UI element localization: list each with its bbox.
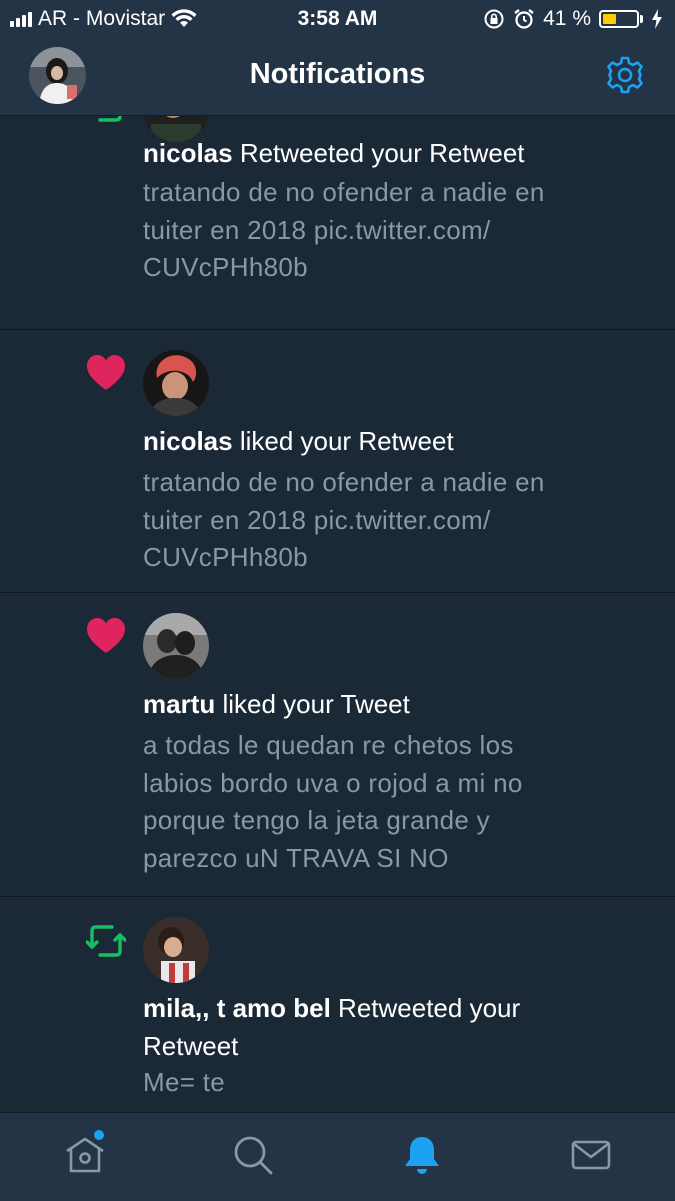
tweet-text-line: labios bordo uva o rojod a mi no — [143, 767, 523, 798]
tweet-text-line: porque tengo la jeta grande y — [143, 805, 490, 835]
tweet-text[interactable]: a todas le quedan re chetos los labios b… — [143, 727, 623, 877]
tweet-text[interactable]: Me= te — [143, 1064, 623, 1102]
messages-tab[interactable] — [569, 1133, 613, 1177]
notification-item[interactable]: martu liked your Tweet a todas le quedan… — [0, 593, 675, 897]
page-title: Notifications — [249, 58, 426, 90]
home-tab[interactable] — [63, 1130, 107, 1177]
notification-item[interactable]: nicolas Retweeted your Retweet tratando … — [0, 116, 675, 330]
status-right: 41 % — [483, 7, 663, 31]
notification-item[interactable]: nicolas liked your Retweet tratando de n… — [0, 330, 675, 593]
tweet-text-line: tratando de no ofender a nadie en — [143, 177, 545, 207]
charging-bolt-icon — [652, 9, 662, 29]
notification-action: Retweeted your — [330, 993, 521, 1023]
tweet-text-line: Me= te — [143, 1067, 226, 1097]
bottom-tab-bar — [0, 1112, 675, 1201]
notifications-feed[interactable]: nicolas Retweeted your Retweet tratando … — [0, 116, 675, 1112]
notification-headline: mila,, t amo bel Retweeted your Retweet — [143, 989, 613, 1065]
notification-action: liked your Tweet — [215, 689, 410, 719]
tweet-text-line: CUVcPHh80b — [143, 252, 308, 282]
mail-icon — [571, 1140, 611, 1170]
new-tweets-indicator — [94, 1130, 104, 1140]
gear-icon — [607, 56, 643, 94]
avatar[interactable] — [143, 350, 209, 416]
search-tab[interactable] — [231, 1133, 275, 1177]
avatar[interactable] — [143, 613, 209, 679]
bell-icon — [405, 1137, 439, 1174]
battery-icon — [599, 10, 639, 28]
tweet-text-line: tuiter en 2018 pic.twitter.com/ — [143, 504, 491, 535]
retweet-icon — [85, 921, 127, 961]
actor-name[interactable]: martu — [143, 689, 215, 719]
settings-button[interactable] — [605, 55, 645, 95]
tweet-text-line: tuiter en 2018 pic.twitter.com/ — [143, 214, 491, 245]
actor-name[interactable]: nicolas — [143, 138, 233, 168]
actor-name[interactable]: mila,, t amo bel — [143, 993, 331, 1023]
heart-icon — [86, 617, 126, 657]
heart-icon — [86, 354, 126, 394]
actor-name[interactable]: nicolas — [143, 426, 233, 456]
navigation-header: Notifications — [0, 38, 675, 116]
tweet-text-line: a todas le quedan re chetos los — [143, 730, 514, 760]
tweet-text-line: parezco uN TRAVA SI NO — [143, 842, 449, 873]
notification-action: liked your Retweet — [232, 426, 454, 456]
tweet-text-line: tratando de no ofender a nadie en — [143, 467, 545, 497]
notification-item[interactable]: mila,, t amo bel Retweeted your Retweet … — [0, 897, 675, 1112]
tweet-text[interactable]: tratando de no ofender a nadie en tuiter… — [143, 464, 623, 577]
avatar[interactable] — [143, 917, 209, 983]
notifications-tab[interactable] — [400, 1133, 444, 1177]
battery-percent: 41 % — [543, 7, 591, 30]
status-bar: AR - Movistar 3:58 AM 41 % — [0, 0, 675, 38]
notification-headline: nicolas liked your Retweet — [143, 422, 613, 460]
notification-action: Retweeted your Retweet — [232, 138, 525, 168]
tweet-text-line: CUVcPHh80b — [143, 542, 308, 572]
notification-action-continued: Retweet — [143, 1031, 239, 1061]
notification-headline: martu liked your Tweet — [143, 685, 613, 723]
rotation-lock-icon — [484, 9, 504, 29]
alarm-icon — [514, 9, 534, 29]
battery-level-fill — [603, 14, 616, 24]
search-icon — [234, 1136, 273, 1175]
tweet-text[interactable]: tratando de no ofender a nadie en tuiter… — [143, 174, 623, 287]
notification-headline: nicolas Retweeted your Retweet — [143, 134, 613, 172]
retweet-icon — [86, 116, 126, 126]
